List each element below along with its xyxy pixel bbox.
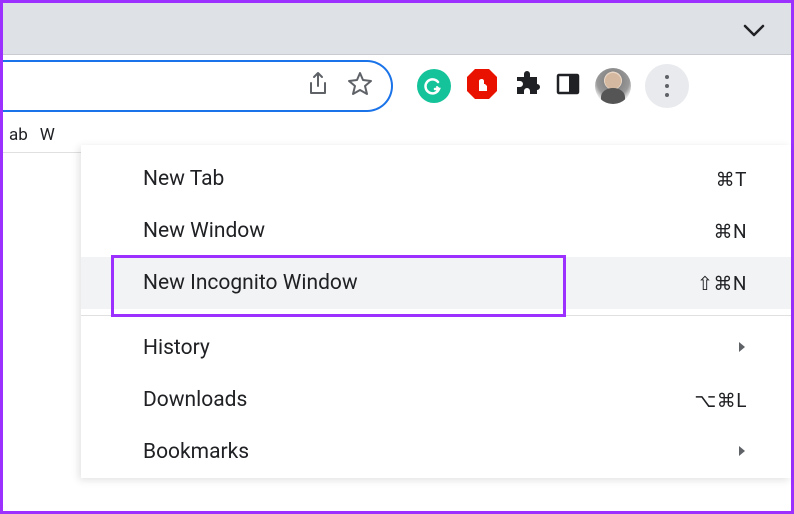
menu-label: New Window [143, 219, 265, 243]
menu-shortcut: ⌥⌘L [694, 389, 747, 412]
chrome-main-menu: New Tab ⌘T New Window ⌘N New Incognito W… [81, 145, 791, 478]
submenu-arrow-icon [737, 440, 747, 464]
tab-bar [3, 3, 791, 55]
bookmark-item-partial-1[interactable]: ab [9, 125, 28, 145]
menu-item-history[interactable]: History [81, 322, 791, 374]
menu-separator [81, 315, 791, 316]
toolbar [3, 55, 791, 117]
extensions-icon[interactable] [513, 70, 541, 102]
menu-label: Downloads [143, 388, 247, 412]
adblock-icon[interactable] [465, 67, 499, 105]
sidepanel-icon[interactable] [555, 71, 581, 101]
menu-item-bookmarks[interactable]: Bookmarks [81, 426, 791, 478]
star-icon[interactable] [347, 71, 373, 101]
address-bar[interactable] [3, 60, 393, 112]
menu-label: New Tab [143, 167, 224, 191]
submenu-arrow-icon [737, 336, 747, 360]
menu-shortcut: ⌘T [716, 168, 747, 191]
menu-label: Bookmarks [143, 440, 249, 464]
tabs-dropdown-chevron[interactable] [743, 23, 765, 42]
extension-icons [417, 64, 689, 108]
menu-label: New Incognito Window [143, 271, 358, 295]
more-menu-button[interactable] [645, 64, 689, 108]
menu-label: History [143, 336, 210, 360]
menu-item-new-tab[interactable]: New Tab ⌘T [81, 153, 791, 205]
profile-avatar[interactable] [595, 68, 631, 104]
menu-item-downloads[interactable]: Downloads ⌥⌘L [81, 374, 791, 426]
bookmark-item-partial-2[interactable]: W [40, 125, 55, 145]
grammarly-icon[interactable] [417, 69, 451, 103]
share-icon[interactable] [307, 71, 329, 101]
menu-shortcut: ⇧⌘N [697, 272, 747, 295]
menu-item-new-window[interactable]: New Window ⌘N [81, 205, 791, 257]
menu-item-new-incognito-window[interactable]: New Incognito Window ⇧⌘N [81, 257, 791, 309]
menu-shortcut: ⌘N [713, 220, 747, 243]
